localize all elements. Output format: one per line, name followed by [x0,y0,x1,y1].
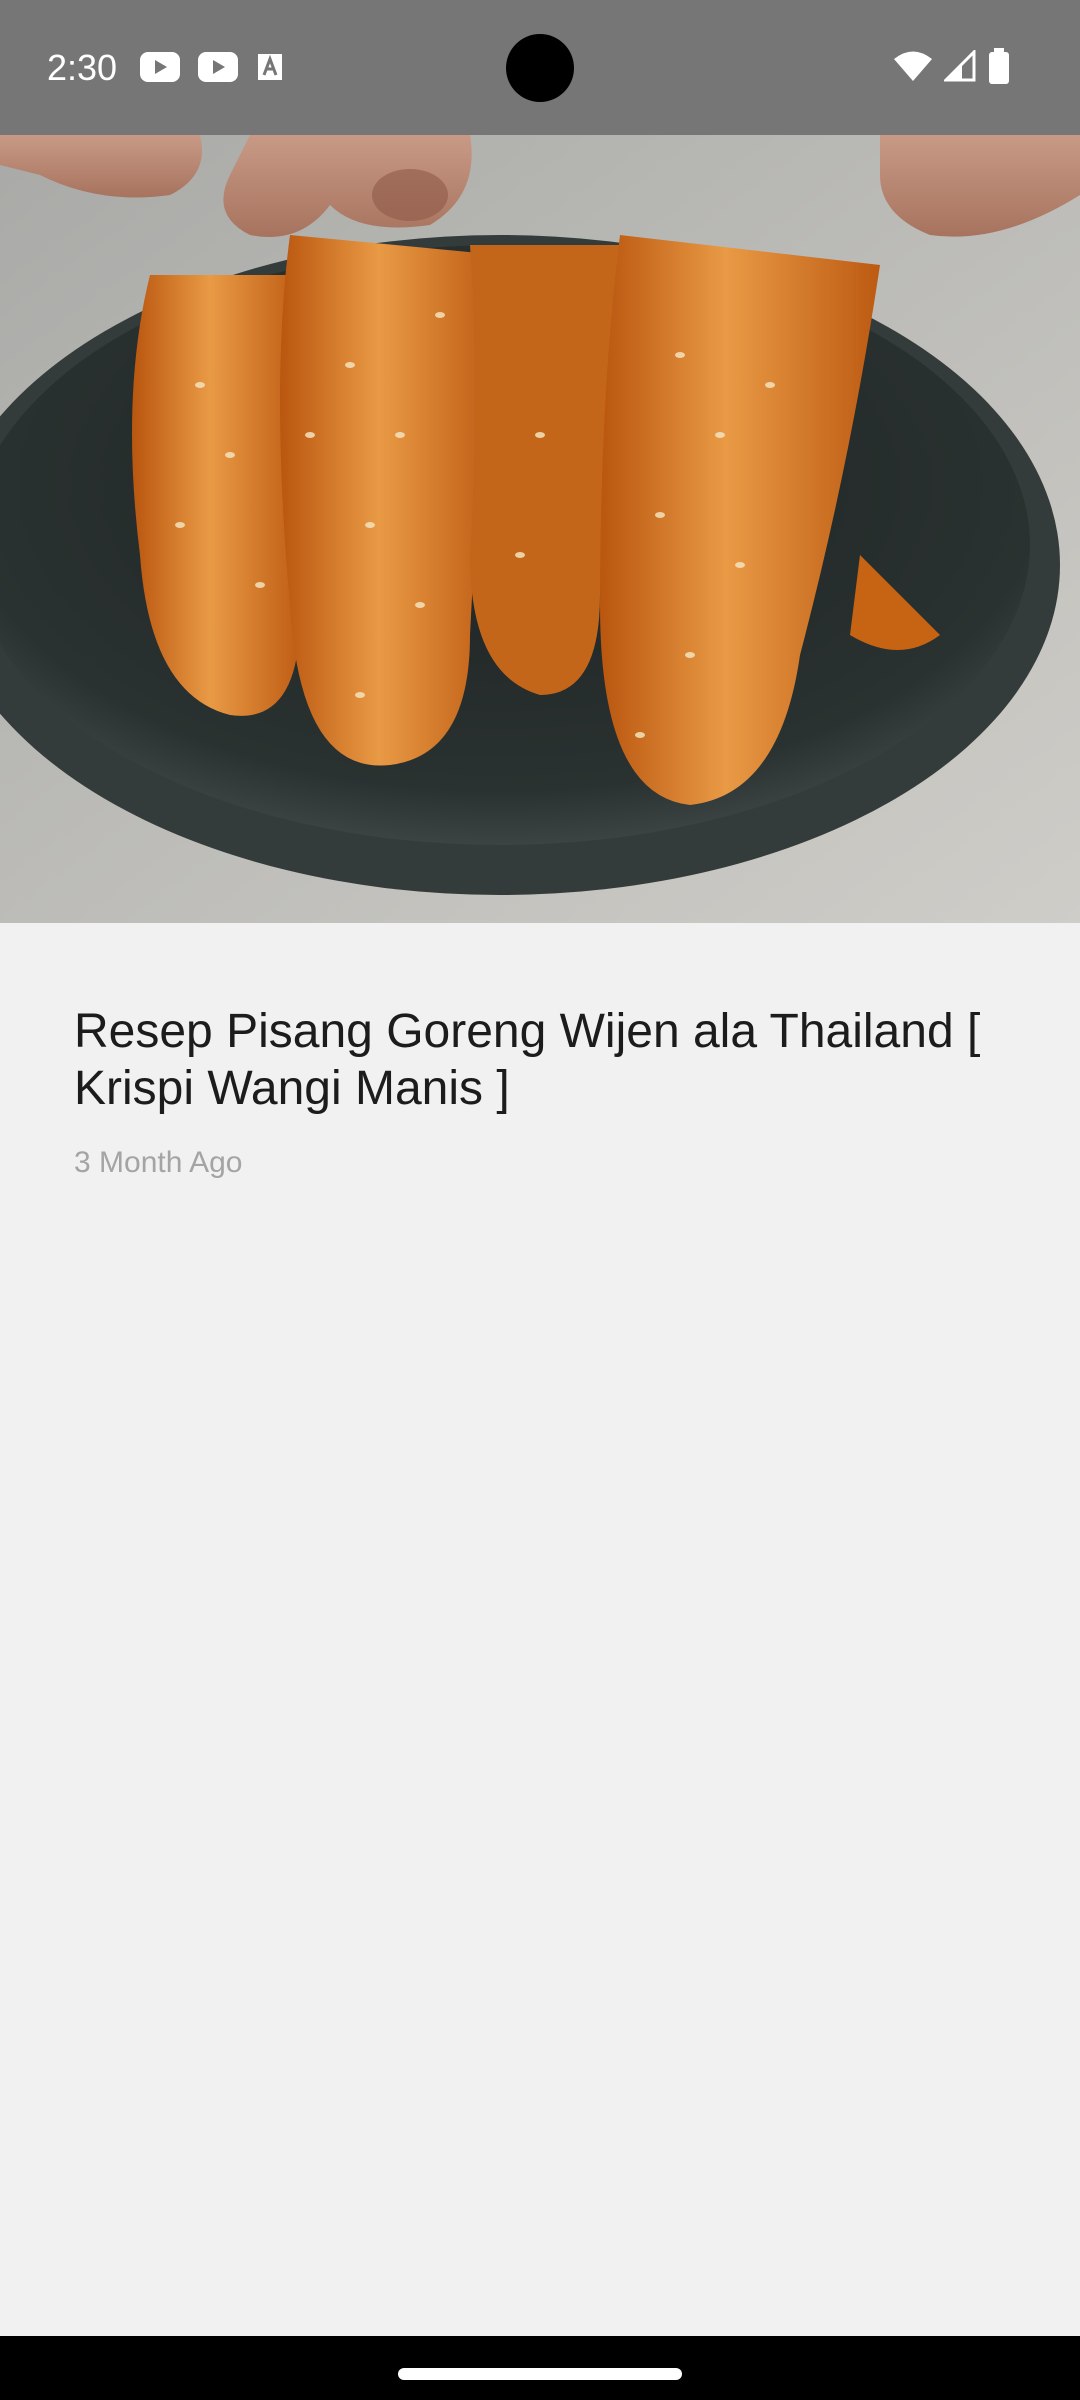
status-bar: 2:30 [0,0,1080,135]
article-content: Resep Pisang Goreng Wijen ala Thailand [… [0,923,1080,2336]
notification-icons [140,50,284,88]
article-date: 3 Month Ago [74,1146,243,1179]
camera-cutout [506,34,574,102]
cellular-signal-icon [942,47,976,87]
system-icons [894,47,1010,89]
fried-banana-sesame-photo [0,135,1080,923]
wifi-icon [894,50,932,87]
text-a-icon [256,52,284,87]
youtube-icon [140,51,180,87]
battery-icon [988,47,1010,89]
youtube-icon [198,51,238,87]
article-image[interactable] [0,135,1080,923]
article-title[interactable]: Resep Pisang Goreng Wijen ala Thailand [… [74,1003,1034,1117]
home-indicator[interactable] [398,2368,682,2380]
status-time: 2:30 [47,47,118,88]
navigation-bar [0,2336,1080,2400]
